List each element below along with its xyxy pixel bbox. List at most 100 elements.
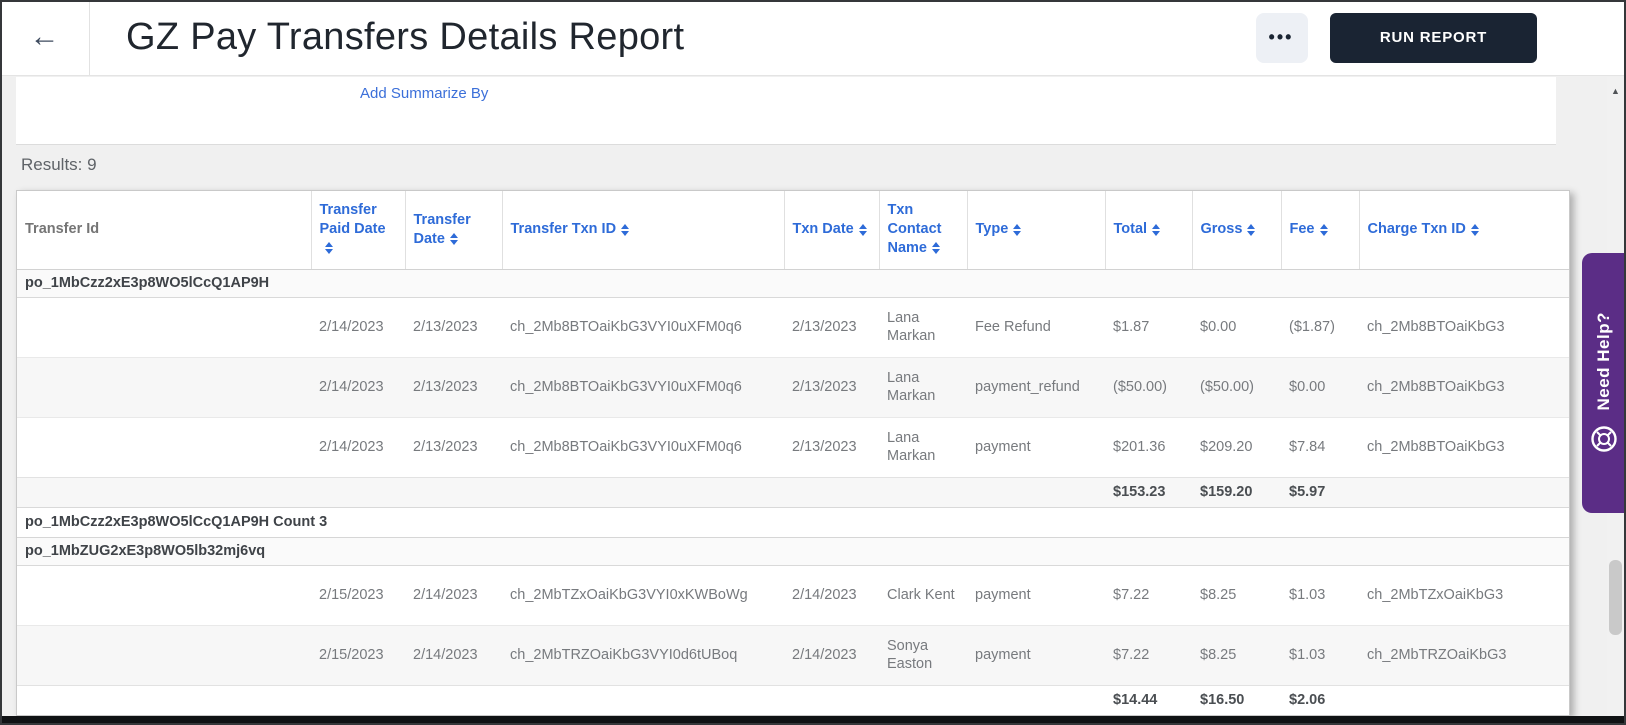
more-options-button[interactable]: •••: [1256, 12, 1308, 63]
column-header-fee[interactable]: Fee: [1281, 191, 1360, 270]
cell-transfer-txn-id: ch_2Mb8BTOaiKbG3VYI0uXFM0q6: [502, 416, 784, 477]
group-subtotal-row: $153.23 $159.20 $5.97: [17, 476, 1569, 507]
column-header-txn-date[interactable]: Txn Date: [784, 191, 880, 270]
cell-transfer-id: [17, 624, 311, 685]
subtotal-txn-contact-name: [879, 476, 967, 507]
cell-transfer-txn-id: ch_2Mb8BTOaiKbG3VYI0uXFM0q6: [502, 356, 784, 417]
cell-charge-txn-id: ch_2MbTRZOaiKbG3: [1359, 624, 1569, 685]
sort-icon: [1152, 223, 1161, 236]
need-help-tab[interactable]: Need Help?: [1582, 253, 1626, 513]
ellipsis-icon: •••: [1268, 27, 1294, 47]
table-header-row: Transfer Id Transfer Paid Date Transfer Da…: [17, 191, 1569, 270]
column-header-txn-contact-name[interactable]: Txn Contact Name: [879, 191, 968, 270]
subtotal-transfer-txn-id: [502, 684, 784, 715]
summarize-panel: Add Summarize By: [16, 77, 1556, 145]
cell-type: payment: [967, 564, 1105, 625]
window-bottom-bar: [0, 716, 1626, 725]
cell-fee: $7.84: [1281, 416, 1359, 477]
sort-icon: [621, 223, 630, 236]
back-button[interactable]: ←: [0, 0, 90, 75]
cell-transfer-id: [17, 296, 311, 357]
subtotal-transfer-date: [405, 684, 502, 715]
cell-transfer-date: 2/14/2023: [405, 624, 502, 685]
add-summarize-by-link[interactable]: Add Summarize By: [360, 85, 488, 102]
cell-transfer-paid-date: 2/15/2023: [311, 624, 405, 685]
cell-txn-contact-name: Lana Markan: [879, 416, 967, 477]
subtotal-fee: $2.06: [1281, 684, 1359, 715]
cell-total: $7.22: [1105, 624, 1192, 685]
appbar-actions: ••• RUN REPORT: [1256, 12, 1626, 63]
subtotal-gross: $16.50: [1192, 684, 1281, 715]
column-header-charge-txn-id[interactable]: Charge Txn ID: [1359, 191, 1569, 270]
column-label: Charge Txn ID: [1367, 221, 1466, 238]
cell-total: ($50.00): [1105, 356, 1192, 417]
subtotal-type: [967, 684, 1105, 715]
cell-type: payment_refund: [967, 356, 1105, 417]
run-report-button[interactable]: RUN REPORT: [1330, 12, 1537, 63]
subtotal-total: $153.23: [1105, 476, 1192, 507]
cell-transfer-date: 2/14/2023: [405, 564, 502, 625]
cell-transfer-paid-date: 2/14/2023: [311, 296, 405, 357]
cell-total: $201.36: [1105, 416, 1192, 477]
column-header-transfer-date[interactable]: Transfer Date: [405, 191, 503, 270]
sort-icon: [1013, 223, 1022, 236]
subtotal-txn-date: [784, 476, 879, 507]
cell-transfer-date: 2/13/2023: [405, 356, 502, 417]
cell-type: payment: [967, 624, 1105, 685]
life-ring-icon: [1591, 426, 1617, 452]
subtotal-gross: $159.20: [1192, 476, 1281, 507]
subtotal-transfer-id: [17, 684, 311, 715]
cell-txn-contact-name: Lana Markan: [879, 296, 967, 357]
column-header-gross[interactable]: Gross: [1192, 191, 1282, 270]
cell-total: $7.22: [1105, 564, 1192, 625]
column-label: Type: [975, 221, 1009, 238]
column-label: Transfer Txn ID: [510, 221, 617, 238]
cell-fee: $0.00: [1281, 356, 1359, 417]
group-subtotal-row: $14.44 $16.50 $2.06: [17, 684, 1569, 715]
app-bar: ← GZ Pay Transfers Details Report ••• RU…: [0, 0, 1626, 76]
sort-icon: [858, 223, 867, 236]
group-header-label: po_1MbZUG2xE3p8WO5lb32mj6vq: [17, 536, 1569, 566]
cell-gross: $8.25: [1192, 564, 1281, 625]
sort-icon: [324, 242, 333, 255]
cell-transfer-paid-date: 2/14/2023: [311, 416, 405, 477]
cell-txn-contact-name: Lana Markan: [879, 356, 967, 417]
cell-txn-date: 2/14/2023: [784, 564, 879, 625]
transfer-row: 2/14/2023 2/13/2023 ch_2Mb8BTOaiKbG3VYI0uX…: [17, 416, 1569, 477]
cell-txn-contact-name: Sonya Easton: [879, 624, 967, 685]
column-header-type[interactable]: Type: [967, 191, 1106, 270]
sort-icon: [449, 232, 458, 245]
scroll-up-arrow-icon[interactable]: ▲: [1607, 86, 1624, 96]
column-label: Transfer Date: [413, 211, 471, 247]
back-arrow-icon: ←: [29, 19, 60, 53]
column-label: Fee: [1289, 221, 1315, 238]
results-count: Results: 9: [21, 155, 97, 174]
column-header-total[interactable]: Total: [1105, 191, 1193, 270]
scrollbar-thumb[interactable]: [1609, 560, 1622, 635]
subtotal-fee: $5.97: [1281, 476, 1359, 507]
cell-txn-date: 2/13/2023: [784, 296, 879, 357]
group-footer-row: po_1MbCzz2xE3p8WO5lCcQ1AP9H Count 3: [17, 506, 1569, 537]
cell-type: payment: [967, 416, 1105, 477]
column-header-transfer-id: Transfer Id: [17, 191, 312, 270]
report-table-container: Transfer Id Transfer Paid Date Transfer Da…: [16, 190, 1570, 716]
column-header-transfer-paid-date[interactable]: Transfer Paid Date: [311, 191, 406, 270]
transfer-row: 2/14/2023 2/13/2023 ch_2Mb8BTOaiKbG3VYI0uX…: [17, 356, 1569, 417]
subtotal-charge-txn-id: [1359, 476, 1569, 507]
cell-transfer-id: [17, 416, 311, 477]
cell-total: $1.87: [1105, 296, 1192, 357]
cell-txn-date: 2/14/2023: [784, 624, 879, 685]
cell-transfer-txn-id: ch_2Mb8BTOaiKbG3VYI0uXFM0q6: [502, 296, 784, 357]
cell-charge-txn-id: ch_2Mb8BTOaiKbG3: [1359, 296, 1569, 357]
cell-gross: $8.25: [1192, 624, 1281, 685]
sort-icon: [1247, 223, 1256, 236]
cell-transfer-paid-date: 2/14/2023: [311, 356, 405, 417]
subtotal-transfer-id: [17, 476, 311, 507]
subtotal-transfer-date: [405, 476, 502, 507]
sort-icon: [1319, 223, 1328, 236]
page-title: GZ Pay Transfers Details Report: [126, 16, 685, 58]
subtotal-charge-txn-id: [1359, 684, 1569, 715]
cell-gross: $0.00: [1192, 296, 1281, 357]
column-header-transfer-txn-id[interactable]: Transfer Txn ID: [502, 191, 785, 270]
subtotal-transfer-paid-date: [311, 684, 405, 715]
